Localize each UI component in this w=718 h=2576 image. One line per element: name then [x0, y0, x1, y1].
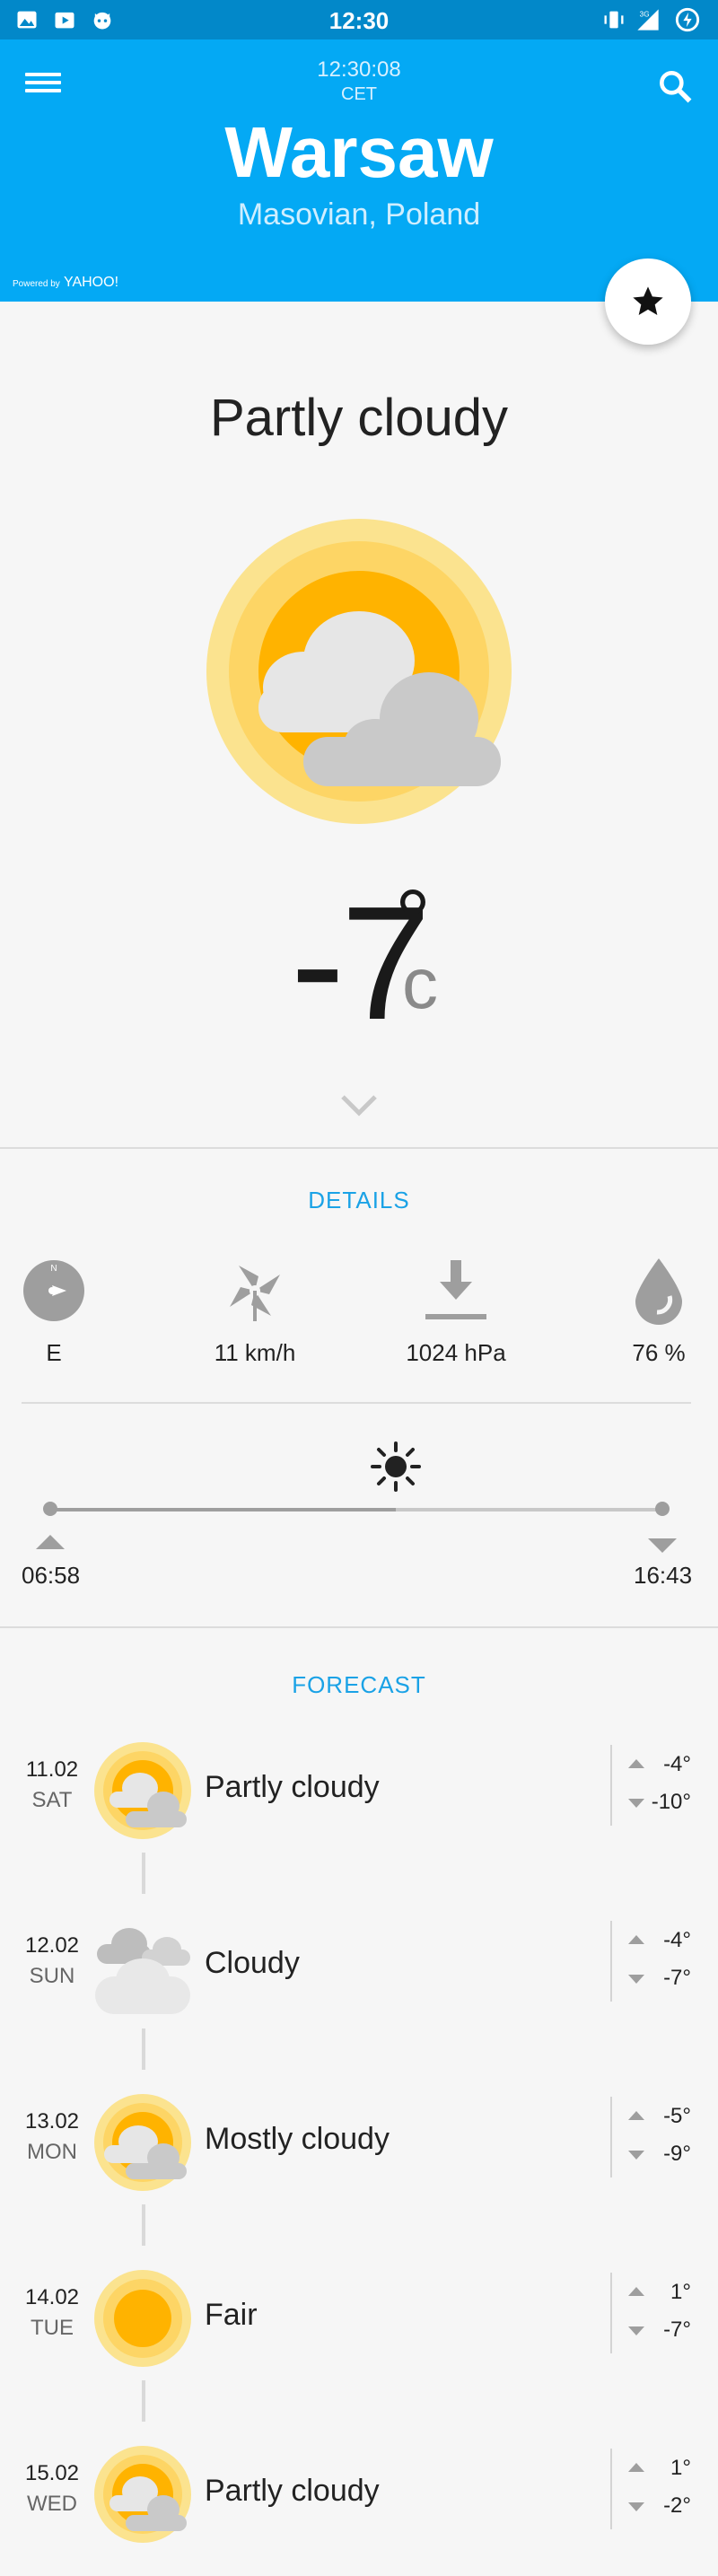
forecast-condition: Fair: [205, 2298, 258, 2332]
high-arrow-icon: [628, 2463, 644, 2472]
low-arrow-icon: [628, 2502, 644, 2511]
pressure-down-arrow-icon: [425, 1260, 486, 1319]
search-icon[interactable]: [655, 66, 695, 106]
high-arrow-icon: [628, 1935, 644, 1944]
forecast-row[interactable]: 12.02 SUN Cloudy -4° -7°: [0, 1908, 718, 2025]
forecast-condition: Partly cloudy: [205, 1770, 380, 1804]
svg-text:N: N: [50, 1264, 57, 1274]
high-arrow-icon: [628, 2287, 644, 2296]
high-arrow-icon: [628, 2111, 644, 2120]
partly-cloudy-icon: [94, 2446, 191, 2543]
local-clock: 12:30:08: [317, 57, 401, 82]
fair-sun-icon: [94, 2270, 191, 2367]
sunrise-time: 06:58: [22, 1562, 81, 1589]
timeline-connector: [142, 2380, 145, 2422]
divider: [0, 1147, 718, 1149]
location-header: 12:30:08 CET Warsaw Masovian, Poland Pow…: [0, 39, 718, 302]
details-title: DETAILS: [308, 1187, 410, 1214]
sunset-time: 16:43: [634, 1562, 693, 1589]
region-name: Masovian, Poland: [237, 197, 481, 232]
divider: [610, 2097, 612, 2177]
sunrise-arrow-icon: [36, 1535, 65, 1549]
vibrate-icon: [604, 11, 624, 29]
divider: [0, 1626, 718, 1628]
current-temperature: -7 ° c: [0, 871, 718, 1054]
partly-cloudy-icon: [206, 519, 512, 824]
pressure: 1024 hPa: [393, 1257, 519, 1367]
sunset-marker: [655, 1502, 670, 1516]
forecast-condition: Cloudy: [205, 1946, 300, 1980]
timeline-connector: [142, 1853, 145, 1894]
forecast-condition: Partly cloudy: [205, 2474, 380, 2508]
divider: [610, 1921, 612, 2002]
divider: [610, 2449, 612, 2529]
daylight-progress-fill: [50, 1508, 397, 1511]
divider: [610, 2273, 612, 2353]
favorite-button[interactable]: [605, 258, 691, 345]
forecast-row[interactable]: 11.02 SAT Partly cloudy -4° -10°: [0, 1732, 718, 1849]
forecast-row[interactable]: 13.02 MON Mostly cloudy -5° -9°: [0, 2084, 718, 2201]
wind-speed: 11 km/h: [192, 1257, 318, 1367]
low-arrow-icon: [628, 1975, 644, 1984]
sun-icon: [371, 1441, 422, 1492]
low-arrow-icon: [628, 2151, 644, 2160]
partly-cloudy-icon: [94, 1742, 191, 1839]
water-drop-icon: [635, 1258, 682, 1325]
temperature-unit: c: [402, 943, 438, 1023]
chevron-down-icon[interactable]: [339, 1091, 379, 1118]
star-icon: [633, 286, 663, 315]
timeline-connector: [142, 2204, 145, 2246]
sunset-arrow-icon: [648, 1538, 677, 1553]
battery-charging-icon: [675, 7, 700, 32]
mostly-cloudy-icon: [94, 2094, 191, 2191]
compass-icon: N: [23, 1260, 84, 1321]
sunrise-marker: [43, 1502, 57, 1516]
low-arrow-icon: [628, 2326, 644, 2335]
signal-icon: 3G: [637, 9, 659, 31]
city-name: Warsaw: [224, 112, 494, 192]
current-condition: Partly cloudy: [209, 389, 509, 447]
powered-by-yahoo[interactable]: Powered by YAHOO!: [13, 275, 118, 291]
wind-direction: N E: [0, 1257, 117, 1367]
timezone-label: CET: [341, 84, 377, 104]
forecast-row[interactable]: 14.02 TUE Fair 1° -7°: [0, 2260, 718, 2377]
low-arrow-icon: [628, 1799, 644, 1808]
divider: [610, 1745, 612, 1826]
pinwheel-icon: [230, 1266, 280, 1321]
forecast-condition: Mostly cloudy: [205, 2122, 390, 2156]
status-bar: 12:30 3G: [0, 0, 718, 39]
cloudy-icon: [95, 1928, 190, 2014]
high-arrow-icon: [628, 1759, 644, 1768]
timeline-connector: [142, 2028, 145, 2070]
forecast-title: FORECAST: [292, 1671, 426, 1698]
divider: [22, 1402, 691, 1404]
svg-text:3G: 3G: [640, 11, 650, 19]
forecast-row[interactable]: 15.02 WED Partly cloudy 1° -2°: [0, 2436, 718, 2553]
humidity: 76 %: [596, 1257, 718, 1367]
daylight-progress-bar: [50, 1508, 662, 1511]
